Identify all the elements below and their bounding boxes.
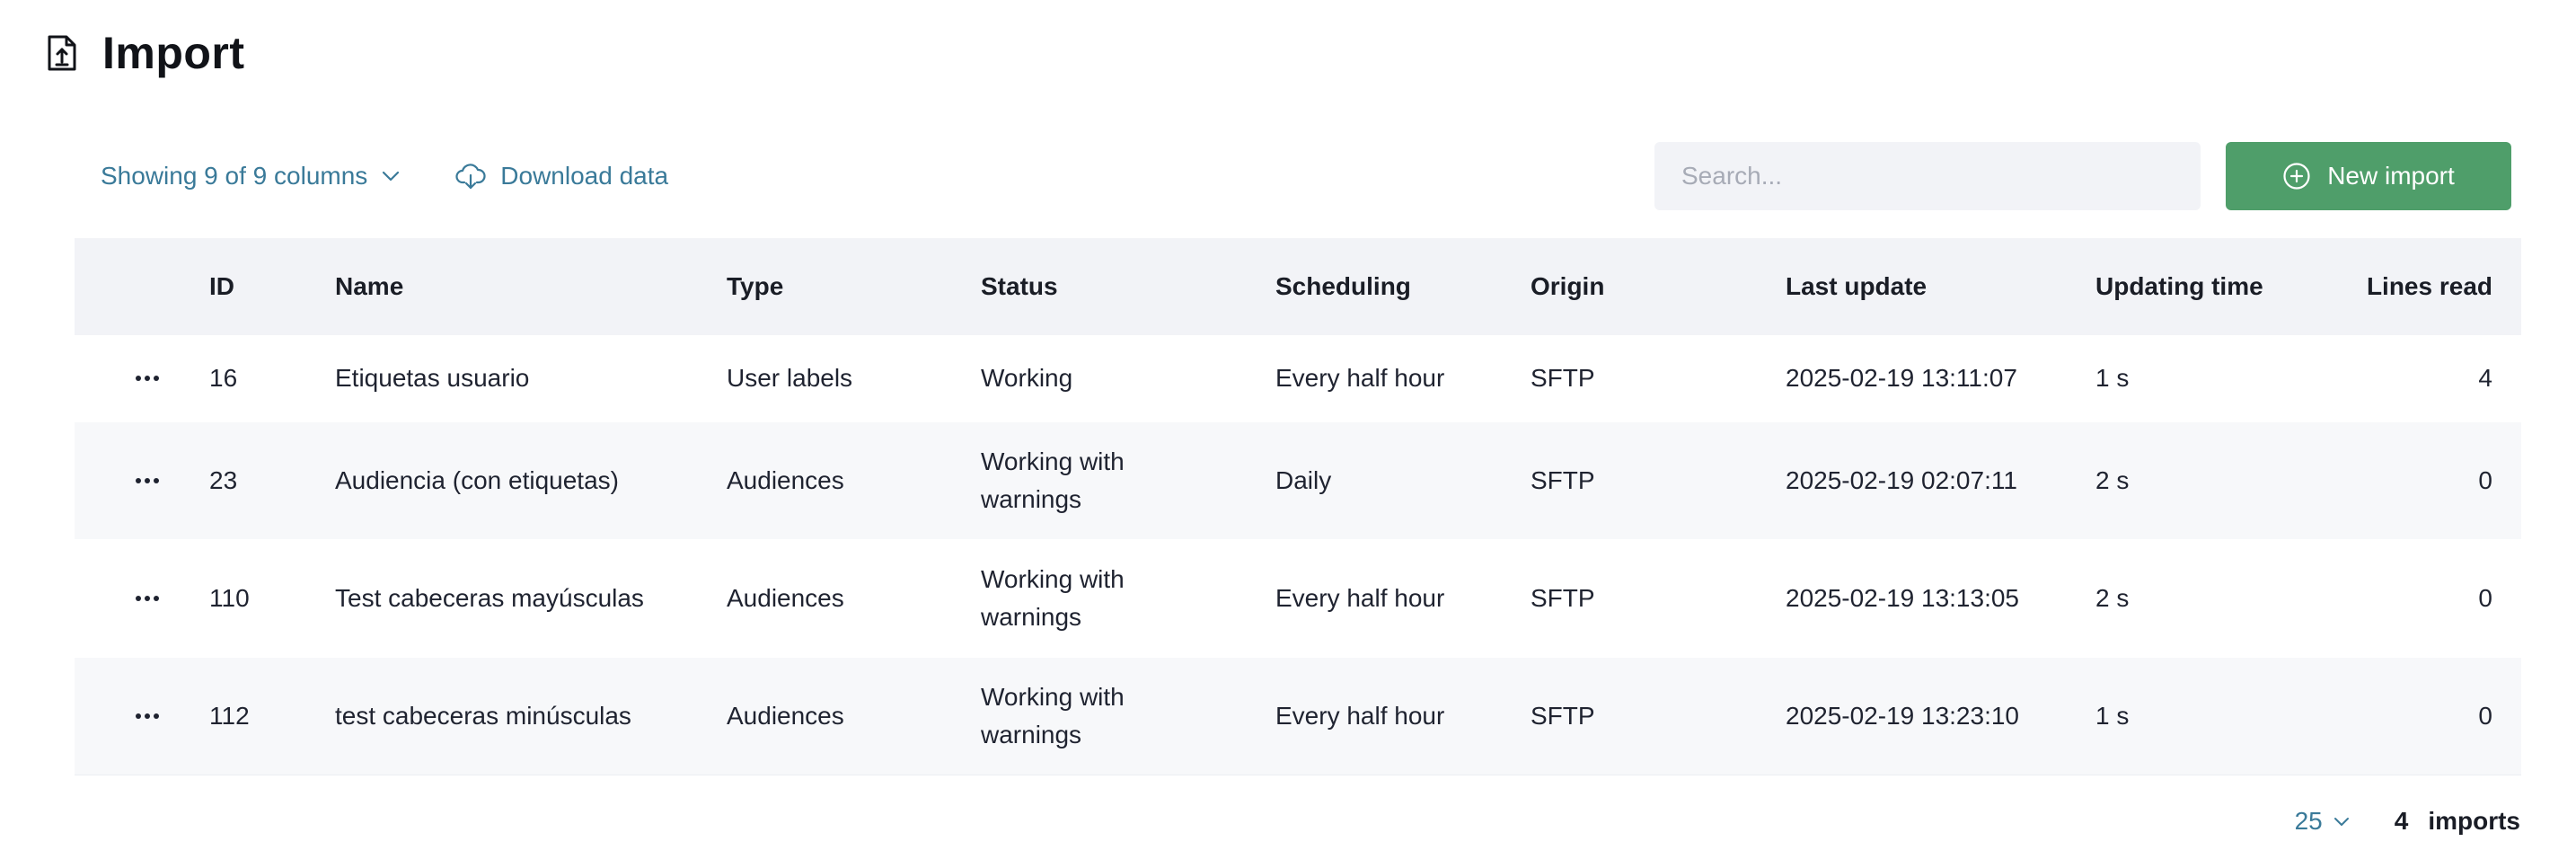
cell-origin: SFTP [1531,702,1595,730]
file-upload-icon [47,31,83,75]
table-row[interactable]: 112 test cabeceras minúsculas Audiences … [75,658,2521,775]
cell-type: Audiences [727,584,844,612]
cell-last-update: 2025-02-19 13:23:10 [1786,702,2019,730]
cell-type: Audiences [727,466,844,494]
header-status[interactable]: Status [981,268,1275,306]
plus-circle-icon [2282,162,2311,190]
page-size-value: 25 [2294,807,2323,835]
cell-last-update: 2025-02-19 13:13:05 [1786,584,2019,612]
header-scheduling[interactable]: Scheduling [1275,268,1531,306]
status-line: Working [981,364,1073,392]
header-type[interactable]: Type [727,268,981,306]
download-data-label: Download data [500,162,669,190]
cell-status: Working with warnings [981,443,1275,518]
cell-name: test cabeceras minúsculas [335,702,631,730]
header-lines-read[interactable]: Lines read [2334,268,2492,306]
cell-id: 23 [209,466,238,494]
row-actions-cell [75,469,209,492]
search-input[interactable] [1654,142,2201,210]
imports-table: ID Name Type Status Scheduling Origin La… [75,238,2521,775]
more-actions-icon[interactable] [127,469,168,492]
header-updating-time[interactable]: Updating time [2095,268,2334,306]
cell-updating-time: 1 s [2095,702,2130,730]
download-data-link[interactable]: Download data [455,162,668,190]
cell-lines-read: 0 [2478,584,2492,612]
cell-lines-read: 4 [2478,364,2492,392]
import-page: Import Showing 9 of 9 columns Download d… [0,0,2576,868]
status-line: warnings [981,485,1082,513]
new-import-button[interactable]: New import [2226,142,2511,210]
cell-scheduling: Every half hour [1275,584,1445,612]
row-actions-cell [75,367,209,390]
cell-status: Working with warnings [981,678,1275,754]
header-name[interactable]: Name [335,268,727,306]
imports-count-label: imports [2428,807,2520,835]
status-line: warnings [981,721,1082,748]
table-row[interactable]: 16 Etiquetas usuario User labels Working… [75,335,2521,422]
status-line: Working with [981,565,1125,593]
row-actions-cell [75,587,209,610]
more-actions-icon[interactable] [127,367,168,390]
page-size-selector[interactable]: 25 [2295,807,2350,836]
cell-name: Etiquetas usuario [335,364,530,392]
cell-lines-read: 0 [2478,702,2492,730]
cell-id: 110 [209,584,250,612]
cell-status: Working [981,359,1275,397]
more-actions-icon[interactable] [127,704,168,728]
cell-id: 112 [209,702,250,730]
cell-origin: SFTP [1531,584,1595,612]
header-last-update[interactable]: Last update [1786,268,2095,306]
chevron-down-icon [382,171,400,182]
cell-updating-time: 2 s [2095,584,2130,612]
cell-name: Audiencia (con etiquetas) [335,466,619,494]
columns-selector[interactable]: Showing 9 of 9 columns [101,162,400,190]
cell-updating-time: 1 s [2095,364,2130,392]
status-line: Working with [981,447,1125,475]
cell-id: 16 [209,364,238,392]
cell-last-update: 2025-02-19 02:07:11 [1786,466,2017,494]
cell-name: Test cabeceras mayúsculas [335,584,644,612]
table-footer: 25 4 imports [2295,807,2520,836]
status-line: warnings [981,603,1082,631]
cell-scheduling: Every half hour [1275,702,1445,730]
table-row[interactable]: 110 Test cabeceras mayúsculas Audiences … [75,540,2521,658]
table-row[interactable]: 23 Audiencia (con etiquetas) Audiences W… [75,422,2521,540]
more-actions-icon[interactable] [127,587,168,610]
new-import-label: New import [2327,162,2455,190]
cell-origin: SFTP [1531,466,1595,494]
page-title: Import [102,28,245,78]
page-header: Import [47,27,245,79]
cell-type: User labels [727,364,853,392]
cell-status: Working with warnings [981,561,1275,636]
cell-origin: SFTP [1531,364,1595,392]
cell-scheduling: Every half hour [1275,364,1445,392]
row-actions-cell [75,704,209,728]
columns-selector-label: Showing 9 of 9 columns [101,162,368,190]
toolbar-left: Showing 9 of 9 columns Download data [101,151,668,201]
cell-lines-read: 0 [2478,466,2492,494]
status-line: Working with [981,683,1125,711]
table-header: ID Name Type Status Scheduling Origin La… [75,238,2521,335]
header-id[interactable]: ID [209,268,335,306]
cell-type: Audiences [727,702,844,730]
cell-scheduling: Daily [1275,466,1332,494]
cell-updating-time: 2 s [2095,466,2130,494]
chevron-down-icon [2333,817,2350,827]
imports-count: 4 [2394,807,2409,835]
cell-last-update: 2025-02-19 13:11:07 [1786,364,2017,392]
header-origin[interactable]: Origin [1531,268,1786,306]
cloud-download-icon [455,163,486,190]
